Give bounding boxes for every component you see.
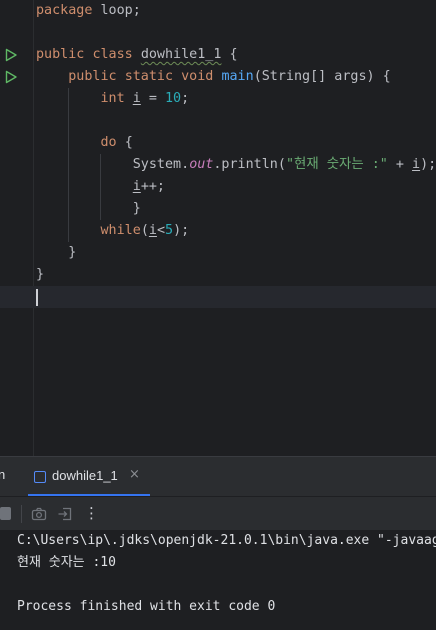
console-line: C:\Users\ip\.jdks\openjdk-21.0.1\bin\jav… (17, 533, 436, 548)
tab-label: dowhile1_1 (52, 468, 118, 483)
code-text: public static void main(String[] args) { (36, 66, 391, 88)
code-token: while (36, 223, 141, 238)
camera-icon[interactable] (31, 506, 47, 522)
code-token: "현재 숫자는 :" (285, 157, 388, 172)
code-token: public (36, 47, 93, 62)
console-line: 현재 숫자는 :10 (17, 555, 116, 570)
code-token: void (181, 69, 222, 84)
code-token: public (36, 69, 125, 84)
console-line: Process finished with exit code 0 (17, 599, 276, 614)
toolbar-separator (21, 505, 22, 523)
code-line[interactable]: package loop; (0, 0, 436, 22)
code-token: class (92, 47, 141, 62)
tab-fragment-left[interactable]: n (0, 467, 5, 482)
code-line[interactable]: } (0, 242, 436, 264)
code-text: do { (36, 132, 133, 154)
code-token: 10 (165, 91, 182, 106)
code-token: } (36, 201, 141, 216)
run-toolbar: ⋮ (0, 496, 436, 530)
close-icon[interactable]: × (129, 467, 140, 482)
tab-dowhile1-1[interactable]: dowhile1_1 × (28, 457, 150, 497)
code-text: int i = 10; (36, 88, 189, 110)
code-line[interactable]: System.out.println("현재 숫자는 :" + i); (0, 154, 436, 176)
code-text: public class dowhile1_1 { (36, 44, 238, 66)
code-token: ; (181, 91, 190, 106)
code-token: ( (140, 223, 149, 238)
code-token: ); (420, 157, 436, 172)
run-gutter-icon[interactable] (4, 48, 18, 62)
code-token: ); (173, 223, 190, 238)
code-token: { (221, 47, 238, 62)
code-line[interactable] (0, 22, 436, 44)
code-token: dowhile1_1 (140, 47, 222, 62)
code-token: i (148, 223, 157, 238)
indent-guide (68, 88, 69, 242)
code-token: int (36, 91, 133, 106)
run-tool-window: n dowhile1_1 × ⋮ C:\Users\ip\.jdks\openj… (0, 456, 436, 630)
code-text: } (36, 198, 141, 220)
run-gutter-icon[interactable] (4, 70, 18, 84)
run-config-icon (34, 471, 46, 483)
code-text: System.out.println("현재 숫자는 :" + i); (36, 154, 436, 176)
code-token: = (140, 91, 165, 106)
code-token: .println( (213, 157, 286, 172)
code-token: do (36, 135, 125, 150)
code-token: { (124, 135, 133, 150)
code-token: } (36, 267, 45, 282)
code-text: while(i<5); (36, 220, 189, 242)
code-line[interactable]: i++; (0, 176, 436, 198)
code-text: } (36, 242, 76, 264)
text-caret (36, 289, 38, 306)
run-tab-bar: n dowhile1_1 × (0, 456, 436, 497)
code-line[interactable]: public static void main(String[] args) { (0, 66, 436, 88)
code-token: static (124, 69, 182, 84)
code-line[interactable]: while(i<5); (0, 220, 436, 242)
code-token: main (221, 69, 254, 84)
code-token: package (36, 3, 93, 18)
code-line[interactable]: int i = 10; (0, 88, 436, 110)
console-output[interactable]: C:\Users\ip\.jdks\openjdk-21.0.1\bin\jav… (0, 530, 436, 630)
code-line[interactable]: public class dowhile1_1 { (0, 44, 436, 66)
code-line[interactable]: } (0, 264, 436, 286)
code-token: System. (36, 157, 190, 172)
code-line[interactable]: do { (0, 132, 436, 154)
code-token: 5 (165, 223, 174, 238)
stop-icon[interactable] (0, 507, 11, 520)
code-line[interactable]: } (0, 198, 436, 220)
exit-icon[interactable] (57, 506, 73, 522)
more-options-icon[interactable]: ⋮ (84, 504, 99, 522)
code-text: } (36, 264, 44, 286)
current-code-line[interactable] (0, 286, 436, 308)
code-token: out (189, 157, 214, 172)
code-token: i (132, 179, 141, 194)
code-line[interactable] (0, 110, 436, 132)
indent-guide (100, 154, 101, 220)
code-editor[interactable]: package loop; public class dowhile1_1 { p… (0, 0, 436, 456)
code-token: i (412, 157, 421, 172)
code-text: package loop; (36, 0, 141, 22)
code-token: i (132, 91, 141, 106)
code-token: loop; (92, 3, 141, 18)
code-token: } (36, 245, 77, 260)
code-token: (String[] args) { (253, 69, 391, 84)
code-token: ++; (140, 179, 165, 194)
code-token: + (387, 157, 413, 172)
code-token: < (156, 223, 165, 238)
